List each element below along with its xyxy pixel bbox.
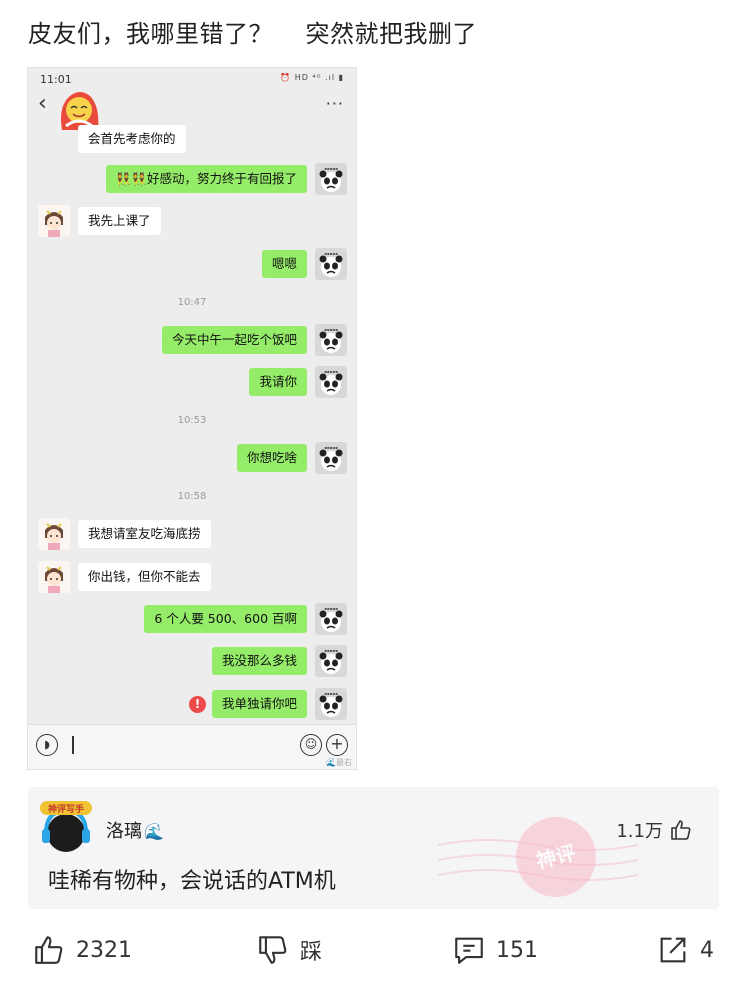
svg-text:▪▪▪▪▪: ▪▪▪▪▪ [324, 445, 338, 450]
message-input-cursor[interactable] [72, 736, 74, 754]
share-icon [660, 937, 686, 963]
wave-badge-icon: 🌊 [144, 822, 164, 841]
thumbs-up-icon [671, 820, 691, 840]
girl-avatar-icon[interactable] [38, 205, 70, 237]
timestamp: 10:53 [177, 415, 207, 426]
status-time: 11:01 [40, 73, 72, 86]
message-bubble: 6 个人要 500、600 百啊 [144, 605, 307, 633]
post-action-bar: 2321 踩 151 4 [0, 925, 748, 985]
comment-text: 哇稀有物种，会说话的ATM机 [48, 869, 336, 894]
svg-text:▪▪▪▪▪: ▪▪▪▪▪ [324, 606, 338, 611]
message-bubble: 会首先考虑你的 [78, 125, 186, 153]
status-icons: ⏰ HD ⁴ᴳ .ıl ▮ [280, 73, 344, 82]
girl-avatar-icon[interactable] [38, 518, 70, 550]
message-bubble: 嗯嗯 [261, 250, 307, 278]
plus-icon[interactable]: + [326, 734, 348, 756]
chat-message: 我先上课了 [38, 205, 169, 237]
svg-text:▪▪▪▪▪: ▪▪▪▪▪ [324, 691, 338, 696]
hot-comment[interactable]: 神评 神评写手 洛璃 🌊 1.1万 哇稀有物种，会说话的ATM机 [28, 787, 719, 909]
svg-text:▪▪▪▪▪: ▪▪▪▪▪ [324, 251, 338, 256]
comment-like-count: 1.1万 [616, 821, 663, 842]
message-bubble: 我单独请你吧 [211, 690, 307, 718]
chat-screenshot: 11:01 ⏰ HD ⁴ᴳ .ıl ▮ ‹ ··· 会首先考虑你的 ▪▪▪▪▪ … [27, 67, 357, 770]
comment-like-button[interactable]: 1.1万 [616, 817, 693, 843]
chat-message: ▪▪▪▪▪ 你想吃啥 [229, 442, 347, 474]
emoji-icon[interactable]: ☺ [300, 734, 322, 756]
girl-avatar-icon[interactable] [38, 561, 70, 593]
commenter-avatar[interactable]: 神评写手 [38, 799, 94, 859]
chat-message: ▪▪▪▪▪ 嗯嗯 [254, 248, 347, 280]
message-bubble: 👯👯好感动，努力终于有回报了 [105, 165, 307, 193]
chat-message: 会首先考虑你的 [38, 124, 194, 154]
panda-avatar-icon[interactable]: ▪▪▪▪▪ [315, 324, 347, 356]
comment-icon [455, 937, 483, 964]
message-bubble: 我想请室友吃海底捞 [78, 520, 211, 548]
chat-message: ▪▪▪▪▪ 我请你 [241, 366, 347, 398]
chat-message: ▪▪▪▪▪ 我单独请你吧 ! [188, 688, 347, 720]
dislike-button[interactable]: 踩 [256, 933, 322, 967]
message-bubble: 你想吃啥 [236, 444, 307, 472]
watermark: 🌊最右 [326, 758, 352, 767]
message-bubble: 我没那么多钱 [211, 647, 307, 675]
voice-input-icon[interactable]: ◗ [36, 734, 58, 756]
chat-message: ▪▪▪▪▪ 👯👯好感动，努力终于有回报了 [98, 163, 347, 195]
thumbs-down-icon [259, 936, 287, 964]
timestamp: 10:47 [177, 297, 207, 308]
dislike-label: 踩 [300, 940, 323, 965]
svg-text:▪▪▪▪▪: ▪▪▪▪▪ [324, 369, 338, 374]
chat-message: ▪▪▪▪▪ 今天中午一起吃个饭吧 [154, 324, 347, 356]
timestamp: 10:58 [177, 491, 207, 502]
svg-text:▪▪▪▪▪: ▪▪▪▪▪ [324, 648, 338, 653]
panda-avatar-icon[interactable]: ▪▪▪▪▪ [315, 645, 347, 677]
avatar-badge-text: 神评写手 [48, 803, 84, 815]
avatar-placeholder [38, 123, 70, 155]
more-options-icon[interactable]: ··· [326, 94, 344, 113]
panda-avatar-icon[interactable]: ▪▪▪▪▪ [315, 603, 347, 635]
chat-message: ▪▪▪▪▪ 6 个人要 500、600 百啊 [136, 603, 347, 635]
back-arrow-icon[interactable]: ‹ [38, 92, 47, 116]
panda-avatar-icon[interactable]: ▪▪▪▪▪ [315, 442, 347, 474]
panda-avatar-icon[interactable]: ▪▪▪▪▪ [315, 163, 347, 195]
share-button[interactable]: 4 [656, 933, 714, 967]
message-bubble: 你出钱，但你不能去 [78, 563, 211, 591]
message-bubble: 我请你 [249, 368, 307, 396]
commenter-name[interactable]: 洛璃 🌊 [106, 817, 164, 843]
panda-avatar-icon[interactable]: ▪▪▪▪▪ [315, 248, 347, 280]
comment-button[interactable]: 151 [452, 933, 538, 967]
share-count: 4 [700, 937, 714, 963]
thumbs-up-icon [35, 936, 63, 964]
chat-message: 我想请室友吃海底捞 [38, 518, 219, 550]
svg-text:▪▪▪▪▪: ▪▪▪▪▪ [324, 166, 338, 171]
username: 洛璃 [106, 821, 142, 842]
comment-count: 151 [496, 937, 538, 963]
svg-text:▪▪▪▪▪: ▪▪▪▪▪ [324, 327, 338, 332]
chat-message: ▪▪▪▪▪ 我没那么多钱 [204, 645, 347, 677]
like-count: 2321 [76, 937, 132, 963]
panda-avatar-icon[interactable]: ▪▪▪▪▪ [315, 688, 347, 720]
panda-avatar-icon[interactable]: ▪▪▪▪▪ [315, 366, 347, 398]
send-failed-icon[interactable]: ! [188, 695, 206, 713]
message-bubble: 我先上课了 [78, 207, 161, 235]
message-bubble: 今天中午一起吃个饭吧 [161, 326, 307, 354]
post-title: 皮友们，我哪里错了？ 突然就把我删了 [28, 20, 478, 48]
like-button[interactable]: 2321 [32, 933, 132, 967]
chat-message: 你出钱，但你不能去 [38, 561, 219, 593]
chat-input-bar: ◗ ☺ + 🌊最右 [28, 724, 356, 769]
